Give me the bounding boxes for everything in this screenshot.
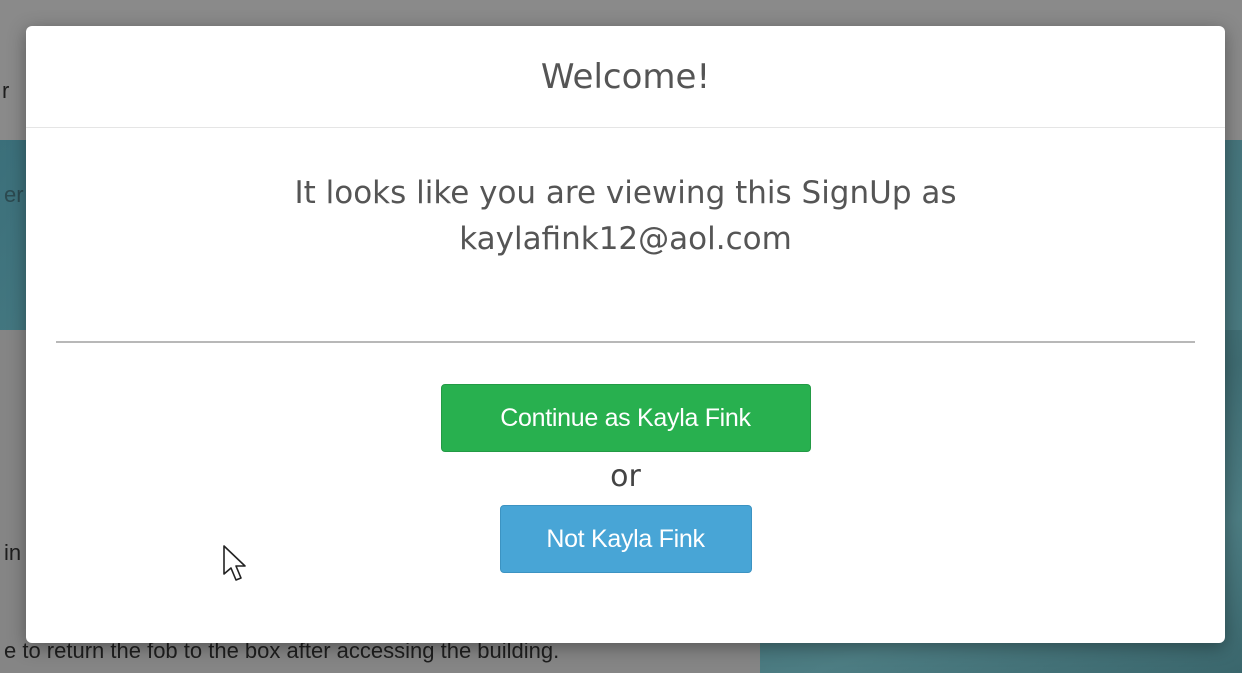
modal-title: Welcome! <box>540 56 711 97</box>
not-user-button[interactable]: Not Kayla Fink <box>499 505 752 573</box>
continue-as-user-button[interactable]: Continue as Kayla Fink <box>440 384 811 452</box>
modal-divider <box>56 341 1195 343</box>
welcome-modal: Welcome! It looks like you are viewing t… <box>26 26 1225 643</box>
background-text-fragment: in <box>4 540 22 565</box>
modal-message: It looks like you are viewing this SignU… <box>26 170 1225 262</box>
modal-header: Welcome! <box>26 26 1225 128</box>
modal-message-line: It looks like you are viewing this SignU… <box>294 175 957 211</box>
modal-email: kaylafink12@aol.com <box>459 221 792 257</box>
background-text-fragment: r <box>2 78 10 103</box>
mouse-pointer-icon <box>223 545 246 581</box>
modal-actions: Continue as Kayla Fink or Not Kayla Fink <box>26 384 1225 573</box>
page: r er in e to return the fob to the box a… <box>0 0 1242 673</box>
or-separator: or <box>610 459 641 494</box>
background-text-fragment: er <box>4 182 24 207</box>
